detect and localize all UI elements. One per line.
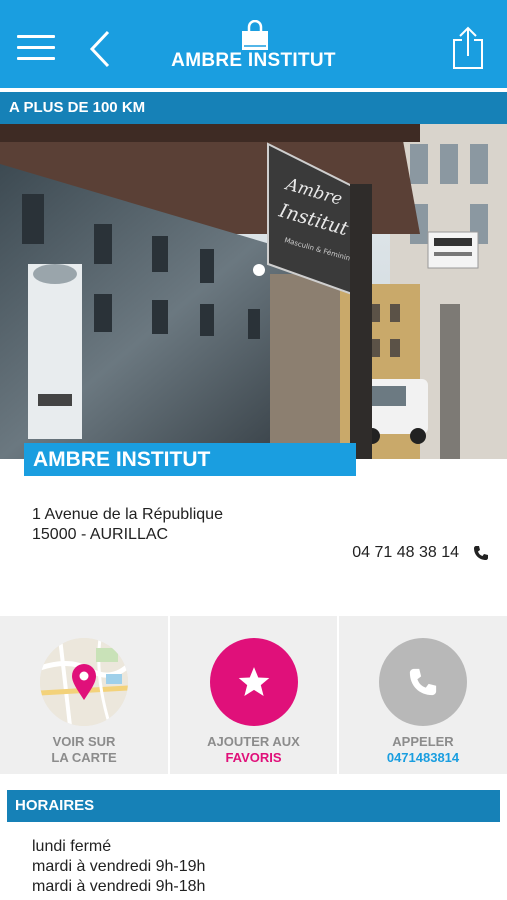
shop-address: 1 Avenue de la République 15000 - AURILL… (32, 505, 223, 545)
hours-line: mardi à vendredi 9h-18h (32, 878, 206, 895)
favorite-circle (209, 638, 298, 726)
call-label-1: APPELER (392, 734, 454, 749)
phone-number[interactable]: 04 71 48 38 14 (352, 544, 459, 562)
star-icon (238, 667, 269, 697)
share-icon[interactable] (450, 24, 486, 70)
phone-icon (409, 668, 437, 696)
map-label-1: VOIR SUR (52, 734, 116, 749)
shopping-bag-icon (242, 20, 268, 50)
call-circle (379, 638, 467, 726)
shop-photo[interactable]: Ambre Institut Masculin & Féminin (0, 124, 507, 459)
hours-line: lundi fermé (32, 838, 112, 855)
view-map-button[interactable]: VOIR SUR LA CARTE (0, 616, 168, 774)
map-label-2: LA CARTE (51, 750, 117, 765)
address-line-2: 15000 - AURILLAC (32, 526, 169, 543)
hours-list: lundi fermé mardi à vendredi 9h-19h mard… (32, 837, 205, 897)
phone-icon[interactable] (473, 545, 489, 561)
hours-line: mardi à vendredi 9h-19h (32, 858, 206, 875)
favorite-label-2: FAVORIS (225, 750, 282, 765)
carousel-dot[interactable] (253, 264, 265, 276)
call-phone-number: 0471483814 (386, 750, 460, 765)
shop-name-banner: AMBRE INSTITUT (24, 443, 356, 476)
storefront-image: Ambre Institut Masculin & Féminin (0, 124, 507, 459)
favorite-label-1: AJOUTER AUX (207, 734, 300, 749)
map-thumbnail (40, 638, 128, 726)
action-tiles: VOIR SUR LA CARTE AJOUTER AUX FAVORIS AP… (0, 616, 507, 774)
app-header: AMBRE INSTITUT (0, 0, 507, 88)
page-title: AMBRE INSTITUT (171, 50, 336, 71)
phone-row[interactable]: 04 71 48 38 14 (352, 544, 489, 562)
add-favorite-button[interactable]: AJOUTER AUX FAVORIS (170, 616, 337, 774)
hours-header: HORAIRES (7, 790, 500, 822)
call-button[interactable]: APPELER 0471483814 (339, 616, 507, 774)
distance-label: A PLUS DE 100 KM (0, 92, 507, 124)
address-line-1: 1 Avenue de la République (32, 506, 223, 523)
